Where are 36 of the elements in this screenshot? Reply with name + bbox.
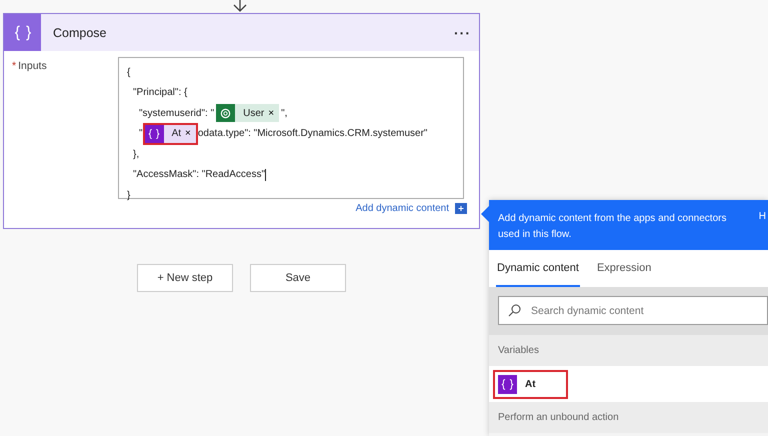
code-text: "AccessMask": "ReadAccess" bbox=[133, 169, 266, 180]
step-button[interactable]: Save bbox=[250, 264, 346, 292]
remove-button[interactable]: × bbox=[185, 128, 196, 140]
braces-icon bbox=[144, 124, 164, 143]
section-header: Variables bbox=[489, 335, 768, 366]
braces-icon bbox=[498, 374, 517, 394]
add-dynamic-content-link[interactable]: Add dynamic content bbox=[356, 203, 467, 214]
code-text: }, bbox=[133, 148, 140, 160]
search-field[interactable]: Search dynamic content bbox=[498, 296, 768, 325]
dynamic-token[interactable]: User × bbox=[216, 104, 280, 122]
code-text: "Principal": { bbox=[133, 87, 188, 98]
token-label: User bbox=[242, 108, 266, 119]
code-text: ", bbox=[281, 108, 288, 119]
down-arrow-icon bbox=[232, 0, 248, 13]
text-cursor bbox=[265, 168, 266, 181]
banner-text: Add dynamic content from the apps and connectors used in this flow. bbox=[498, 212, 728, 242]
code-text: odata.type": "Microsoft.Dynamics.CRM.systemuser" bbox=[198, 128, 428, 140]
plus-icon bbox=[455, 203, 467, 214]
token-label: At bbox=[170, 128, 182, 140]
code-text: "systemuserid": " bbox=[139, 108, 214, 119]
more-button[interactable]: ··· bbox=[454, 24, 471, 40]
inputs-field[interactable]: { "Principal": { "systemuserid": " User × ", " At × odata.type": "Microsoft.Dynamics.CRM.systemuser" }, "AccessMask": "ReadAccess" } bbox=[118, 57, 464, 199]
code-text: { bbox=[127, 66, 130, 78]
code-text: " bbox=[139, 128, 143, 140]
dynamic-token[interactable]: At × bbox=[144, 124, 196, 143]
variable-item[interactable]: At bbox=[495, 372, 566, 396]
card-title: Compose bbox=[53, 26, 108, 40]
required-mark: * bbox=[12, 60, 16, 74]
remove-button[interactable]: × bbox=[268, 108, 280, 119]
step-button[interactable]: + New step bbox=[137, 264, 233, 292]
code-text: } bbox=[127, 190, 130, 201]
ring-logo-icon bbox=[216, 104, 236, 122]
banner-text: H bbox=[758, 211, 766, 224]
panel-tab[interactable]: Expression bbox=[596, 250, 652, 287]
field-label: Inputs bbox=[18, 60, 47, 74]
section-header: Perform an unbound action bbox=[489, 402, 768, 433]
